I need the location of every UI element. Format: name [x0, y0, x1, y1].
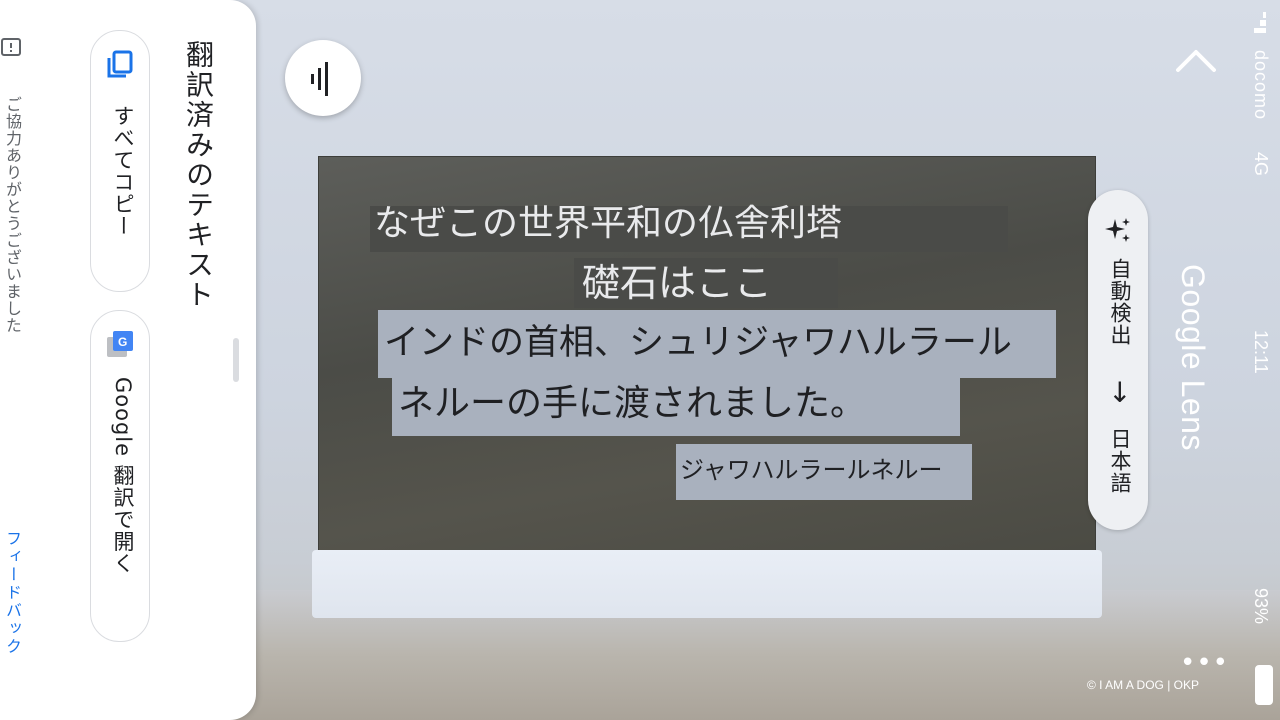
- translated-line-5[interactable]: ジャワハルラールネルー: [676, 444, 972, 500]
- svg-text:G: G: [118, 335, 127, 349]
- network-type: 4G: [1251, 152, 1271, 177]
- app-title: Google Lens: [1175, 264, 1211, 451]
- copy-all-label: すべてコピー: [111, 105, 135, 237]
- slab-base: [312, 550, 1102, 618]
- thanks-message: ご協力ありがとうございました: [3, 96, 22, 334]
- source-language[interactable]: 自動検出: [1105, 258, 1135, 346]
- translated-line-1[interactable]: なぜこの世界平和の仏舎利塔: [370, 206, 1008, 252]
- open-google-translate-button[interactable]: G Google 翻訳で開く: [90, 310, 150, 642]
- scrollbar[interactable]: [233, 338, 239, 382]
- panel-title: 翻訳済みのテキスト: [182, 40, 215, 310]
- chevron-up-icon[interactable]: [1174, 46, 1218, 76]
- battery-icon: [1255, 665, 1273, 705]
- translated-line-2[interactable]: 礎石はここ: [574, 258, 838, 308]
- sparkle-icon: [1105, 218, 1130, 242]
- google-translate-icon: G: [107, 331, 133, 357]
- feedback-icon[interactable]: [0, 36, 24, 60]
- copy-icon: [107, 50, 133, 78]
- translated-text-panel: ご協力ありがとうございました フィードバック すべてコピー G Google 翻…: [0, 0, 256, 720]
- more-dots-icon[interactable]: •••: [1180, 648, 1229, 678]
- feedback-link[interactable]: フィードバック: [0, 530, 24, 656]
- signal-icon: [1254, 12, 1266, 33]
- open-google-translate-label: Google 翻訳で開く: [111, 377, 135, 575]
- translated-line-4[interactable]: ネルーの手に渡されました。: [392, 376, 960, 436]
- copy-all-button[interactable]: すべてコピー: [90, 30, 150, 292]
- carrier-name: docomo: [1251, 50, 1271, 121]
- target-language[interactable]: 日本語: [1105, 428, 1135, 494]
- status-time: 12:11: [1251, 330, 1271, 374]
- language-selector[interactable]: 自動検出 → 日本語: [1088, 190, 1148, 530]
- credit-watermark: © I AM A DOG | OKP: [1087, 678, 1199, 692]
- translated-line-3[interactable]: インドの首相、シュリジャワハルラール: [378, 310, 1056, 378]
- arrow-icon: →: [1104, 380, 1137, 404]
- listen-button[interactable]: [285, 40, 361, 116]
- battery-percent: 93%: [1251, 588, 1271, 625]
- audio-wave-icon: [311, 62, 328, 96]
